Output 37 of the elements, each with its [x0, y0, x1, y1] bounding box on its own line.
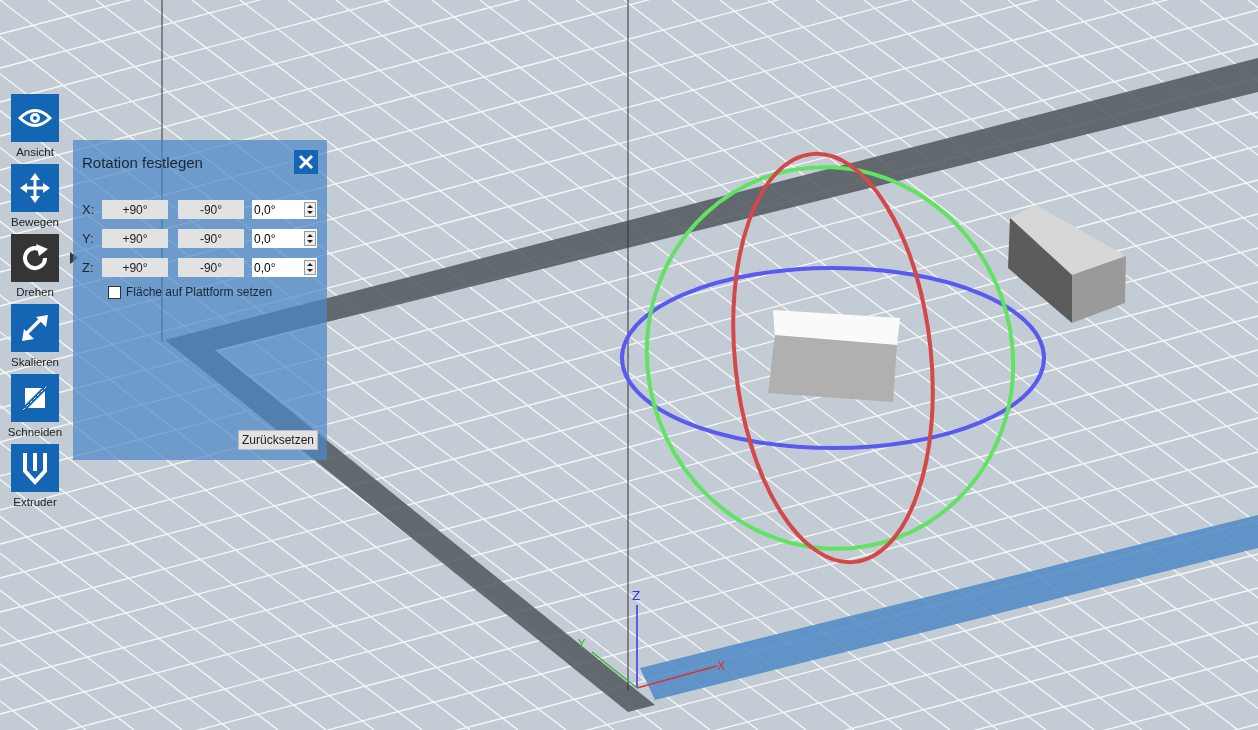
angle-field[interactable]: 0,0°: [252, 258, 303, 277]
checkbox[interactable]: [108, 285, 121, 299]
checkbox-label: Fläche auf Plattform setzen: [126, 285, 273, 299]
tool-button[interactable]: [11, 94, 59, 142]
eye-icon: [18, 107, 52, 129]
tool-button[interactable]: [11, 374, 59, 422]
reset-button[interactable]: Zurücksetzen: [237, 430, 318, 450]
plus-90-button[interactable]: +90°: [102, 229, 168, 248]
plus-90-button[interactable]: +90°: [102, 258, 168, 277]
tool-button[interactable]: [11, 164, 59, 212]
plus-90-button[interactable]: +90°: [102, 200, 168, 219]
diagonal-arrow-icon: [19, 312, 51, 344]
panel-title: Rotation festlegen: [82, 153, 203, 171]
tool-label: Skalieren: [11, 355, 59, 370]
tool-label: Drehen: [16, 285, 54, 300]
axis-label: X:: [82, 202, 96, 217]
axis-label: Y:: [82, 231, 95, 246]
four-arrows-icon: [19, 172, 51, 204]
tool-label: Schneiden: [7, 425, 63, 440]
minus-90-button[interactable]: -90°: [178, 200, 244, 219]
minus-90-button[interactable]: -90°: [178, 229, 244, 248]
nozzle-icon: [22, 451, 48, 485]
tool-button[interactable]: [11, 444, 59, 492]
spin-arrows-icon[interactable]: [303, 229, 317, 248]
tool-button[interactable]: [11, 304, 59, 352]
tool-label: Bewegen: [11, 215, 59, 230]
angle-field[interactable]: 0,0°: [252, 200, 303, 219]
tool-label: Ansicht: [16, 145, 54, 160]
spin-arrows-icon[interactable]: [303, 200, 317, 219]
axis-label: Z:: [82, 260, 95, 275]
angle-field[interactable]: 0,0°: [252, 229, 303, 248]
close-button[interactable]: [294, 150, 318, 174]
close-icon: [298, 154, 314, 170]
tool-label: Extruder: [13, 495, 57, 510]
tool-button[interactable]: [11, 234, 59, 282]
spin-arrows-icon[interactable]: [303, 258, 317, 277]
minus-90-button[interactable]: -90°: [178, 258, 244, 277]
